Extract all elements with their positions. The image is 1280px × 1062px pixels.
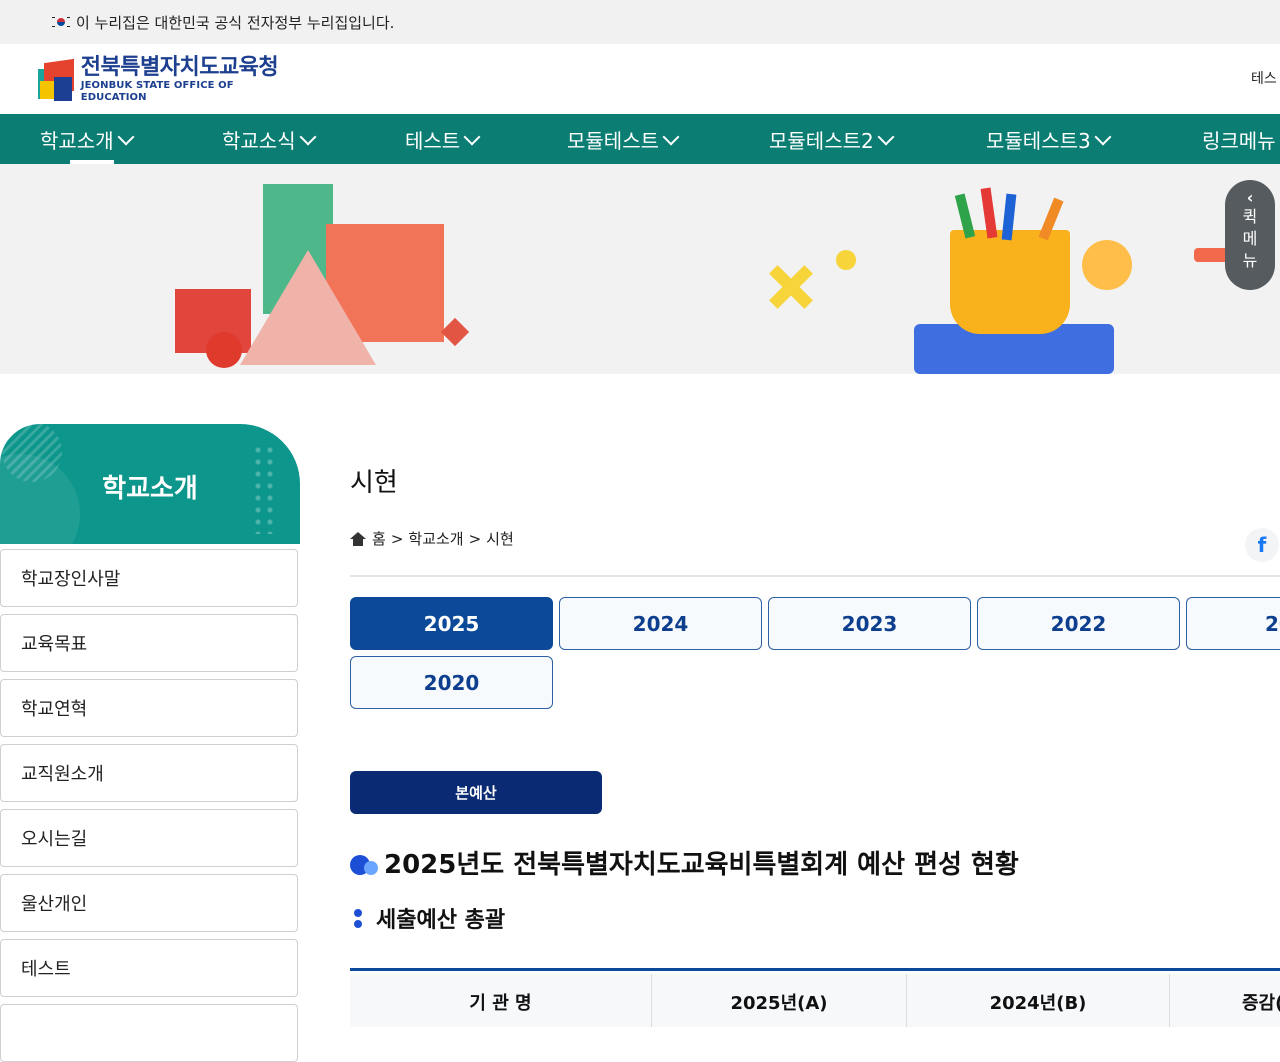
- yellow-dot-shape: [836, 250, 856, 270]
- home-icon[interactable]: [350, 531, 366, 546]
- header-util-link[interactable]: 테스: [1251, 68, 1277, 88]
- year-tab-2025[interactable]: 2025: [350, 597, 553, 650]
- sidebar-item-ulsan-personal[interactable]: 울산개인: [0, 874, 298, 932]
- sidebar-item-staff[interactable]: 교직원소개: [0, 744, 298, 802]
- korea-flag-icon: [52, 15, 70, 29]
- nav-item-link-menu[interactable]: 링크메뉴: [1202, 114, 1276, 164]
- table-header-change: 증감(A-B): [1170, 974, 1280, 1027]
- breadcrumb-separator: >: [468, 529, 482, 548]
- chevron-down-icon: [117, 128, 135, 145]
- chevron-down-icon: [1094, 128, 1112, 145]
- year-tab-2022[interactable]: 2022: [977, 597, 1180, 650]
- breadcrumb-level1[interactable]: 학교소개: [408, 528, 463, 549]
- gov-banner: 이 누리집은 대한민국 공식 전자정부 누리집입니다.: [0, 0, 1280, 44]
- pencil-cup-shape: [950, 230, 1070, 334]
- sidebar-item-directions[interactable]: 오시는길: [0, 809, 298, 867]
- sidebar-item-more[interactable]: [0, 1004, 298, 1062]
- sidebar-item-test[interactable]: 테스트: [0, 939, 298, 997]
- budget-type-button[interactable]: 본예산: [350, 771, 602, 814]
- nav-item-module-test-2[interactable]: 모듈테스트2: [769, 114, 895, 164]
- table-header-2025: 2025년(A): [652, 974, 907, 1027]
- logo-name-ko: 전북특별자치도교육청: [80, 55, 279, 80]
- hero-banner: [0, 164, 1280, 374]
- colon-bullet-icon: [352, 906, 362, 930]
- chevron-down-icon: [877, 128, 895, 145]
- site-header: 전북특별자치도교육청 JEONBUK STATE OFFICE OF EDUCA…: [0, 44, 1280, 114]
- logo-name-en: JEONBUK STATE OFFICE OF EDUCATION: [80, 80, 234, 103]
- red-ball-shape: [206, 332, 242, 368]
- nav-item-module-test[interactable]: 모듈테스트: [567, 114, 680, 164]
- section-subtitle: 세출예산 총괄: [352, 902, 505, 934]
- orange-ball-shape: [1082, 240, 1132, 290]
- site-logo[interactable]: 전북특별자치도교육청 JEONBUK STATE OFFICE OF EDUCA…: [36, 56, 286, 104]
- chevron-down-icon: [299, 128, 317, 145]
- nav-item-school-news[interactable]: 학교소식: [222, 114, 317, 164]
- breadcrumb: 홈 > 학교소개 > 시현: [350, 528, 514, 549]
- quick-menu-label: 퀵메뉴: [1242, 207, 1258, 270]
- quick-menu-button[interactable]: ‹ 퀵메뉴: [1225, 180, 1275, 290]
- nav-item-school-intro[interactable]: 학교소개: [40, 114, 135, 164]
- nav-item-module-test-3[interactable]: 모듈테스트3: [986, 114, 1112, 164]
- sidebar-header: 학교소개: [0, 424, 300, 544]
- budget-table: 기 관 명 2025년(A) 2024년(B) 증감(A-B): [350, 968, 1280, 1027]
- facebook-share-icon[interactable]: f: [1245, 528, 1279, 562]
- sidebar-item-school-history[interactable]: 학교연혁: [0, 679, 298, 737]
- year-tab-2020[interactable]: 2020: [350, 656, 553, 709]
- table-header-2024: 2024년(B): [907, 974, 1170, 1027]
- breadcrumb-separator: >: [390, 529, 404, 548]
- table-header-org: 기 관 명: [350, 974, 652, 1027]
- pyramid-shape: [240, 250, 376, 365]
- small-gem-shape: [440, 317, 470, 347]
- chevron-down-icon: [662, 128, 680, 145]
- sidebar-item-education-goals[interactable]: 교육목표: [0, 614, 298, 672]
- page-title: 시현: [350, 468, 398, 498]
- sidebar-item-principal-greeting[interactable]: 학교장인사말: [0, 549, 298, 607]
- content-divider: [350, 575, 1280, 577]
- bullet-dots-icon: [350, 851, 380, 875]
- main-nav: 학교소개 학교소식 테스트 모듈테스트 모듈테스트2 모듈테스트3 링크메뉴: [0, 114, 1280, 164]
- breadcrumb-home[interactable]: 홈: [372, 528, 386, 549]
- section-title: 2025년도 전북특별자치도교육비특별회계 예산 편성 현황: [350, 844, 1019, 881]
- year-tab-2021[interactable]: 2021: [1186, 597, 1280, 650]
- chevron-left-icon: ‹: [1246, 188, 1254, 207]
- year-tab-2024[interactable]: 2024: [559, 597, 762, 650]
- nav-item-test[interactable]: 테스트: [405, 114, 481, 164]
- breadcrumb-current: 시현: [486, 530, 514, 548]
- logo-mark-icon: [36, 57, 75, 103]
- year-tab-2023[interactable]: 2023: [768, 597, 971, 650]
- chevron-down-icon: [463, 128, 481, 145]
- gov-banner-text: 이 누리집은 대한민국 공식 전자정부 누리집입니다.: [76, 13, 395, 32]
- sidebar-title: 학교소개: [102, 474, 198, 504]
